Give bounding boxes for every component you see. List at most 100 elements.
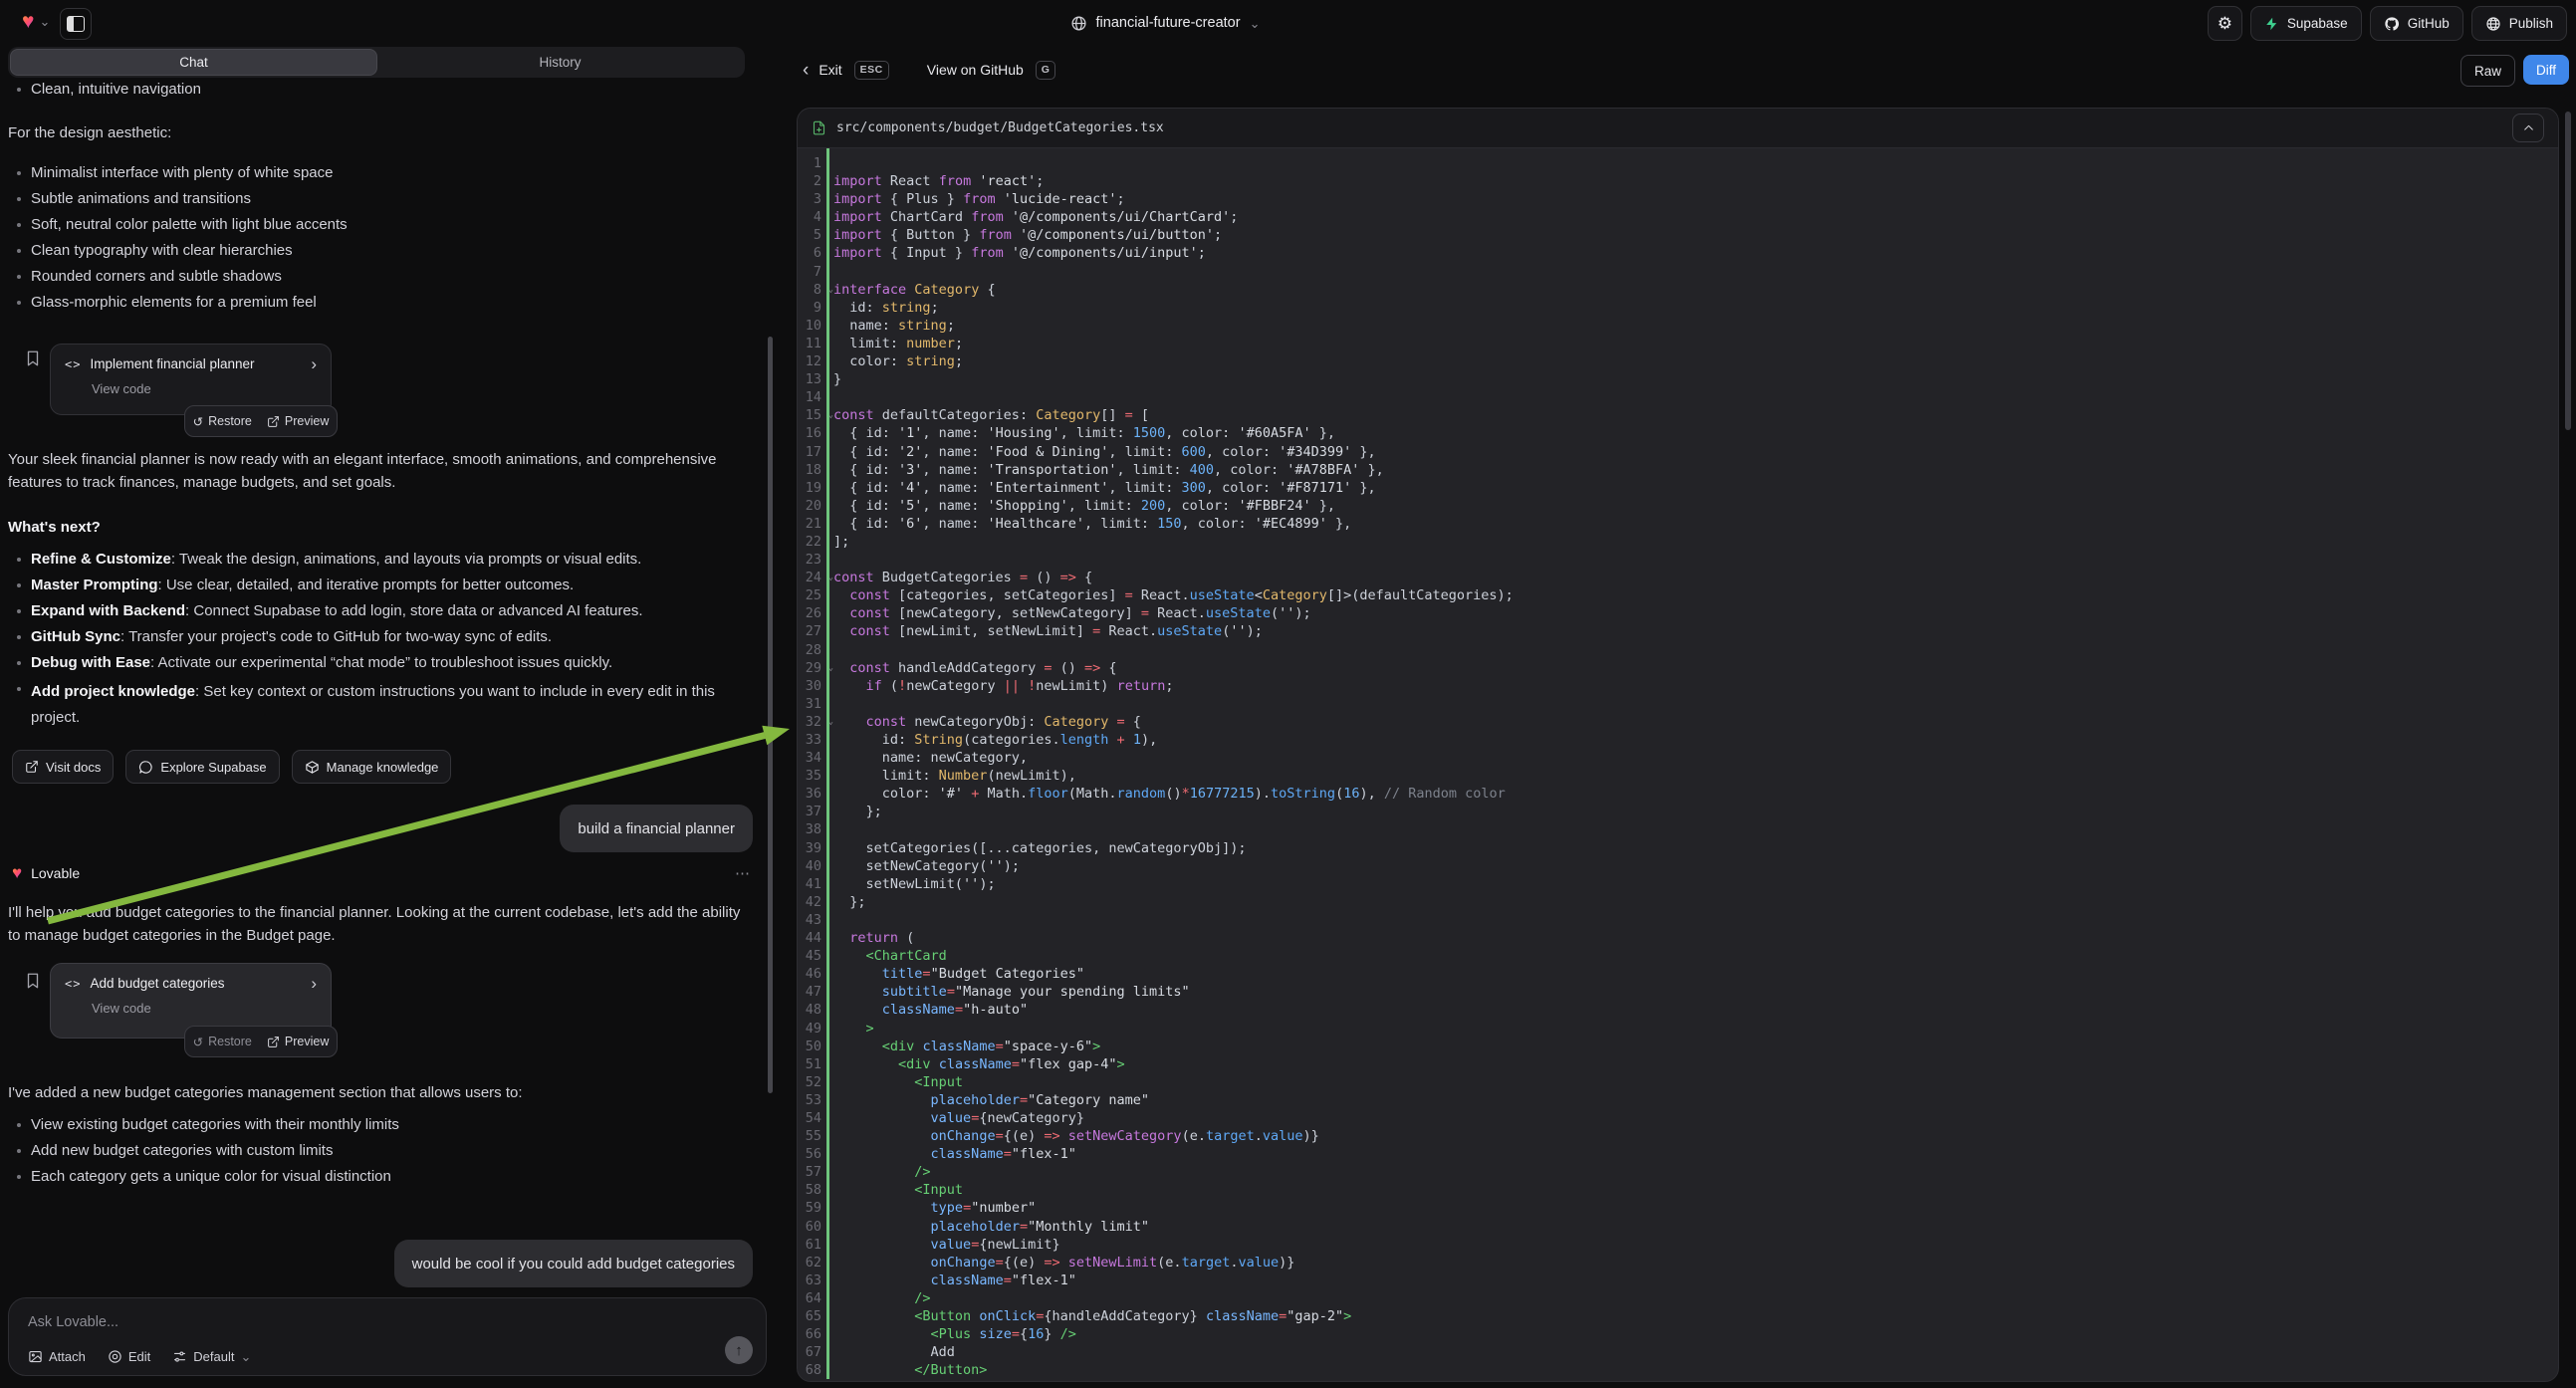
image-icon [28, 1349, 43, 1364]
assistant-paragraph: I've added a new budget categories manag… [8, 1081, 755, 1104]
restore-button[interactable]: ↺ Restore [193, 1035, 252, 1049]
list-item: Subtle animations and transitions [8, 189, 753, 209]
external-link-icon [267, 415, 280, 428]
code-gutter: 12345678⌄9101112131415⌄16171819202122232… [798, 154, 821, 1379]
publish-globe-icon [2485, 16, 2501, 32]
gear-icon: ⚙ [2218, 15, 2232, 32]
preview-button[interactable]: Preview [267, 1035, 329, 1048]
list-item: Add project knowledge: Set key context o… [8, 679, 753, 731]
quick-actions: Visit docs Explore Supabase Manage knowl… [12, 750, 451, 784]
esc-shortcut-badge: ESC [854, 61, 889, 80]
bookmark-icon[interactable] [24, 348, 42, 368]
list-item: Rounded corners and subtle shadows [8, 267, 753, 287]
code-scrollbar[interactable] [2565, 112, 2571, 430]
restore-icon: ↺ [193, 1035, 203, 1049]
view-code-link[interactable]: View code [92, 1001, 317, 1016]
external-link-icon [267, 1036, 280, 1048]
file-path: src/components/budget/BudgetCategories.t… [836, 120, 1164, 135]
user-message: build a financial planner [560, 805, 753, 852]
chevron-right-icon: › [311, 975, 317, 992]
list-item: Expand with Backend: Connect Supabase to… [8, 601, 753, 621]
code-lines: import React from 'react';import { Plus … [821, 154, 2558, 1379]
chevron-left-icon[interactable]: ‹ [803, 61, 809, 80]
publish-button[interactable]: Publish [2471, 6, 2567, 41]
list-item: Soft, neutral color palette with light b… [8, 215, 753, 235]
list-item: Refine & Customize: Tweak the design, an… [8, 550, 753, 570]
chevron-down-icon: ⌄ [240, 1350, 251, 1363]
manage-knowledge-button[interactable]: Manage knowledge [292, 750, 452, 784]
github-label: GitHub [2408, 16, 2450, 31]
package-icon [305, 760, 320, 775]
github-button[interactable]: GitHub [2370, 6, 2463, 41]
code-icon: <> [65, 977, 81, 991]
design-heading: For the design aesthetic: [8, 121, 755, 144]
message-menu-icon[interactable]: ⋯ [735, 864, 752, 882]
assistant-paragraph: I'll help you add budget categories to t… [8, 901, 755, 947]
code-editor[interactable]: 12345678⌄9101112131415⌄16171819202122232… [798, 148, 2558, 1379]
explore-supabase-button[interactable]: Explore Supabase [125, 750, 279, 784]
chevron-down-icon: ⌄ [1250, 17, 1261, 30]
raw-tab[interactable]: Raw [2460, 55, 2515, 87]
chat-bubble-icon [138, 760, 153, 775]
chevron-right-icon: › [311, 355, 317, 372]
list-item: Glass-morphic elements for a premium fee… [8, 293, 753, 313]
chevron-up-icon [2522, 121, 2535, 134]
send-button[interactable]: ↑ [725, 1336, 753, 1364]
chat-scrollbar[interactable] [768, 337, 773, 1093]
mode-selector[interactable]: Default ⌄ [172, 1349, 251, 1364]
settings-button[interactable]: ⚙ [2208, 6, 2242, 41]
assistant-name: Lovable [31, 865, 80, 881]
arrow-up-icon: ↑ [735, 1342, 743, 1359]
g-shortcut-badge: G [1036, 61, 1056, 80]
whats-next-heading: What's next? [8, 516, 755, 539]
version-card-title: Add budget categories [90, 976, 302, 991]
view-code-link[interactable]: View code [92, 381, 317, 396]
lovable-heart-icon: ♥ [12, 864, 22, 881]
project-switcher[interactable]: financial-future-creator ⌄ [1036, 0, 1294, 46]
list-item: Debug with Ease: Activate our experiment… [8, 653, 753, 673]
diff-tab[interactable]: Diff [2523, 55, 2569, 85]
list-item: Add new budget categories with custom li… [8, 1141, 753, 1161]
list-item: Clean typography with clear hierarchies [8, 241, 753, 261]
supabase-button[interactable]: Supabase [2250, 6, 2362, 41]
file-header[interactable]: src/components/budget/BudgetCategories.t… [798, 109, 2558, 148]
diff-added-bar [826, 148, 829, 1379]
supabase-bolt-icon [2264, 16, 2279, 32]
tab-history[interactable]: History [377, 49, 743, 76]
list-item: View existing budget categories with the… [8, 1115, 753, 1135]
bookmark-icon[interactable] [24, 971, 42, 991]
target-icon [108, 1349, 122, 1364]
user-message: would be cool if you could add budget ca… [394, 1240, 753, 1287]
edit-button[interactable]: Edit [108, 1349, 150, 1364]
list-item: GitHub Sync: Transfer your project's cod… [8, 627, 753, 647]
collapse-file-button[interactable] [2512, 114, 2544, 142]
version-card-title: Implement financial planner [90, 356, 302, 371]
code-viewer: src/components/budget/BudgetCategories.t… [797, 108, 2559, 1382]
list-item: Each category gets a unique color for vi… [8, 1167, 753, 1187]
project-name: financial-future-creator [1096, 15, 1241, 31]
github-icon [2384, 16, 2400, 32]
prompt-input-box[interactable]: Ask Lovable... Attach Edit Default ⌄ [8, 1297, 767, 1376]
exit-button[interactable]: Exit [819, 62, 841, 78]
version-actions: ↺ Restore Preview [184, 1026, 338, 1057]
prompt-placeholder: Ask Lovable... [28, 1314, 118, 1330]
version-actions: ↺ Restore Preview [184, 405, 338, 437]
visit-docs-button[interactable]: Visit docs [12, 750, 114, 784]
list-item: Clean, intuitive navigation [8, 80, 753, 100]
restore-icon: ↺ [193, 414, 203, 429]
attach-button[interactable]: Attach [28, 1349, 86, 1364]
restore-button[interactable]: ↺ Restore [193, 414, 252, 429]
chat-tabbar: Chat History [8, 47, 745, 78]
file-added-icon [812, 119, 826, 136]
tab-chat[interactable]: Chat [10, 49, 377, 76]
external-link-icon [25, 760, 39, 774]
view-mode-toggle: Raw Diff [2460, 55, 2569, 87]
code-toolbar: ‹ Exit ESC View on GitHub G [803, 55, 1055, 85]
globe-icon [1070, 15, 1087, 32]
list-item: Master Prompting: Use clear, detailed, a… [8, 576, 753, 595]
supabase-label: Supabase [2287, 16, 2348, 31]
preview-button[interactable]: Preview [267, 414, 329, 428]
view-on-github-button[interactable]: View on GitHub [927, 62, 1024, 78]
assistant-header: ♥ Lovable [12, 864, 80, 881]
assistant-paragraph: Your sleek financial planner is now read… [8, 448, 755, 494]
